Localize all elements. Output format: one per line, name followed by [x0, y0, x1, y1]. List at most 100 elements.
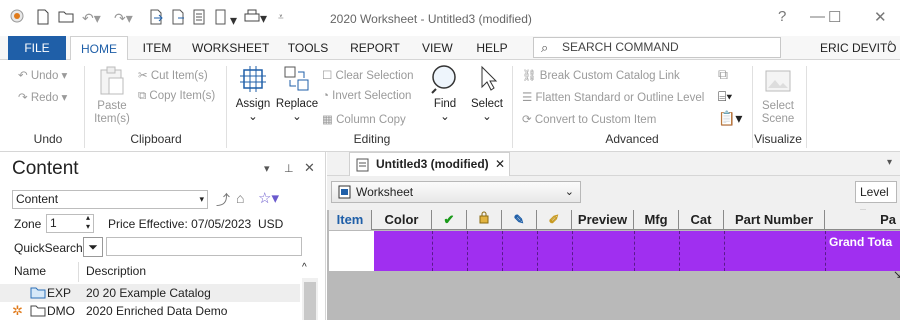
content-select[interactable]: Content ▾ — [12, 190, 208, 209]
col-preview[interactable]: Preview — [572, 210, 634, 230]
ribbon-home: ↶ Undo ▾ ↷ Redo ▾ Undo Paste Item(s) ✂ Cu… — [0, 60, 900, 152]
redo-button[interactable]: ↷ Redo ▾ — [18, 90, 67, 104]
close-tab-icon[interactable]: ✕ — [495, 153, 505, 175]
export-icon[interactable] — [148, 9, 164, 27]
tab-home[interactable]: HOME — [70, 36, 128, 61]
assign-button[interactable]: Assign ⌄ — [232, 64, 274, 124]
scene-icon — [765, 70, 791, 92]
minimize-icon[interactable]: — — [810, 8, 825, 25]
catalog-folder-icon — [30, 304, 46, 322]
separator — [226, 66, 227, 148]
tab-worksheet[interactable]: WORKSHEET — [192, 36, 269, 60]
app-logo-icon[interactable] — [10, 9, 24, 27]
col-cat[interactable]: Cat — [679, 210, 724, 230]
tab-file[interactable]: FILE — [8, 36, 66, 60]
print-icon[interactable]: ▾ — [244, 9, 267, 27]
scissors-icon: ✂ — [138, 70, 151, 82]
ribbon-tabs: FILE HOME ITEM WORKSHEET TOOLS REPORT VI… — [0, 36, 900, 61]
col-part-number[interactable]: Part Number — [724, 210, 825, 230]
tab-tools[interactable]: TOOLS — [286, 36, 330, 60]
home-icon[interactable]: ⌂ — [236, 190, 244, 206]
cut-button[interactable]: ✂ Cut Item(s) — [138, 68, 208, 82]
undo-icon[interactable]: ↶▾ — [82, 9, 101, 27]
col-mfg[interactable]: Mfg — [634, 210, 679, 230]
col-pen[interactable]: ✎ — [502, 210, 537, 230]
user-name[interactable]: ERIC DEVITO — [820, 36, 896, 60]
help-icon[interactable]: ? — [778, 8, 786, 25]
maximize-icon[interactable]: ☐ — [828, 8, 841, 26]
zone-label: Zone — [14, 217, 42, 231]
new-icon[interactable] — [36, 9, 50, 27]
open-icon[interactable] — [58, 9, 74, 27]
select-button[interactable]: Select ⌄ — [468, 64, 506, 124]
customize-icon[interactable]: ⩡ — [278, 9, 284, 27]
up-icon[interactable]: ⤴ — [216, 190, 230, 210]
replace-icon — [284, 66, 309, 91]
filter-icon[interactable]: ⏷ — [83, 237, 103, 257]
quicksearch-input[interactable] — [106, 237, 302, 256]
convert-custom-button[interactable]: ⟳ Convert to Custom Item — [522, 112, 656, 126]
tab-view[interactable]: VIEW — [422, 36, 453, 60]
list-dropdown-icon[interactable]: 📋▾ — [718, 110, 742, 127]
col-item[interactable]: Item — [329, 210, 372, 230]
select-scene-button[interactable]: Select Scene — [756, 66, 800, 126]
tab-item[interactable]: ITEM — [140, 36, 174, 60]
undo-icon: ↶ — [18, 70, 31, 82]
replace-button[interactable]: Replace ⌄ — [274, 64, 320, 124]
cell-divider — [825, 231, 826, 271]
tab-untitled3[interactable]: Untitled3 (modified) ✕ — [349, 152, 510, 177]
mouse-cursor-icon: ↘ — [893, 269, 900, 281]
col-name[interactable]: Name — [14, 264, 46, 278]
tab-list-icon[interactable]: ▾ — [887, 157, 892, 168]
undo-button[interactable]: ↶ Undo ▾ — [18, 68, 67, 82]
paste-button[interactable]: Paste Item(s) — [90, 66, 134, 126]
col-check[interactable]: ✔ — [432, 210, 467, 230]
panel-close-icon[interactable]: ✕ — [304, 160, 315, 176]
scroll-up-icon[interactable]: ^ — [302, 262, 307, 273]
flatten-button[interactable]: ☰ Flatten Standard or Outline Level — [522, 90, 704, 104]
tab-help[interactable]: HELP — [476, 36, 508, 60]
list-item[interactable]: ✲ DMO 2020 Enriched Data Demo — [0, 302, 300, 320]
quicksearch-label: QuickSearch — [14, 241, 83, 255]
group-label-undo: Undo — [33, 132, 63, 146]
total-row-fill: Grand Tota — [374, 231, 900, 271]
col-description[interactable]: Description — [86, 264, 146, 278]
invert-selection-button[interactable]: ◔ Invert Selection — [322, 90, 411, 102]
scrollbar[interactable] — [302, 278, 318, 320]
tab-report[interactable]: REPORT — [350, 36, 400, 60]
pin-icon[interactable]: ⊥ — [284, 162, 294, 175]
doc-icon[interactable]: ▾ — [214, 9, 237, 28]
import-icon[interactable] — [170, 9, 186, 27]
col-color[interactable]: Color — [372, 210, 432, 230]
level-select[interactable]: Level ▾ — [855, 181, 897, 219]
collapse-ribbon-icon[interactable]: ^ — [888, 40, 893, 51]
layout-dropdown-icon[interactable]: ⌸▾ — [718, 88, 732, 105]
chevron-down-icon: ⌄ — [564, 186, 574, 198]
col-tag[interactable]: ✐ — [537, 210, 572, 230]
list-item[interactable]: EXP 20 20 Example Catalog — [0, 284, 300, 302]
magnifier-icon — [431, 65, 456, 94]
divider — [78, 262, 79, 282]
panel-menu-icon[interactable]: ▾ — [264, 162, 270, 175]
col-lock[interactable] — [467, 210, 502, 230]
cell-divider — [634, 231, 635, 271]
favorites-icon[interactable]: ☆▾ — [258, 189, 279, 207]
break-link-button[interactable]: ⛓ Break Custom Catalog Link — [522, 68, 680, 82]
grid-header: Item Color ✔ ✎ ✐ Preview Mfg Cat Part Nu… — [329, 210, 900, 230]
zone-stepper[interactable]: 1 ▴ ▾ — [46, 213, 94, 233]
separator — [512, 66, 513, 148]
grand-total-row[interactable]: Grand Tota — [329, 231, 900, 271]
scrollbar-thumb[interactable] — [304, 282, 316, 320]
column-copy-button[interactable]: ▦ Column Copy — [322, 112, 406, 126]
worksheet-select[interactable]: Worksheet ⌄ — [331, 181, 581, 203]
report-icon[interactable] — [192, 9, 206, 27]
redo-icon[interactable]: ↷▾ — [114, 9, 133, 27]
search-command-input[interactable]: ⌕ SEARCH COMMAND — [533, 37, 781, 58]
group-icon[interactable]: ⧉ — [718, 66, 728, 83]
group-label-visualize: Visualize — [754, 132, 802, 146]
clear-selection-button[interactable]: ☐ Clear Selection — [322, 68, 414, 82]
find-button[interactable]: Find ⌄ — [426, 64, 464, 124]
close-icon[interactable]: ✕ — [874, 8, 887, 26]
copy-button[interactable]: ⧉ Copy Item(s) — [138, 90, 215, 103]
col-pa[interactable]: Pa — [825, 210, 900, 230]
